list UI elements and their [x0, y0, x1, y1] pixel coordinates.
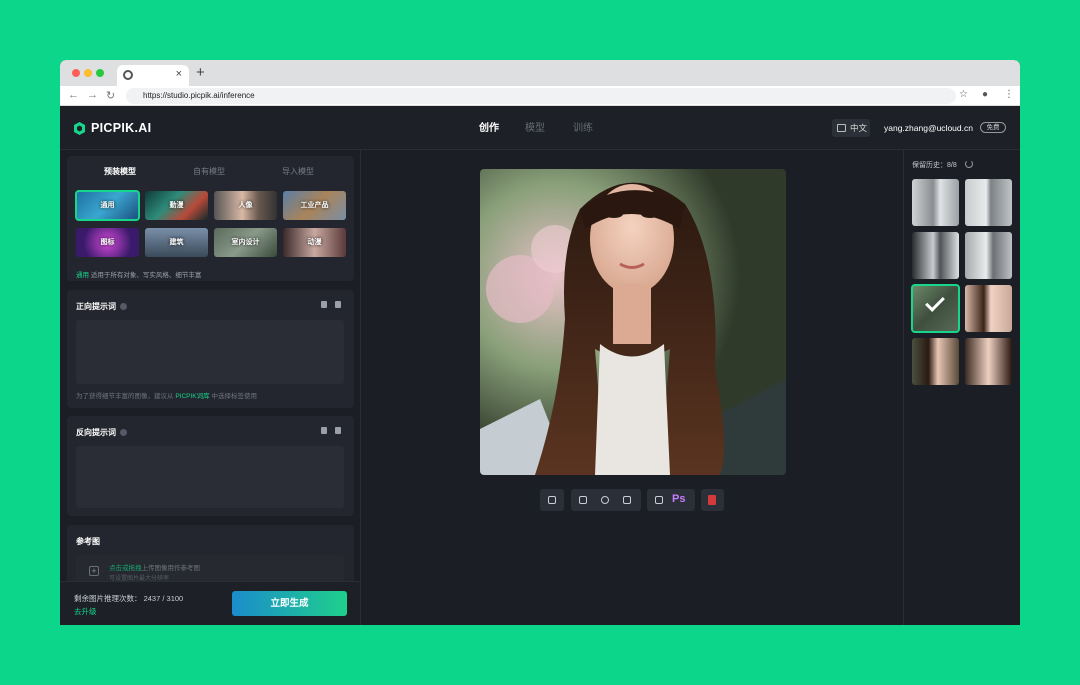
bookmark-star-icon[interactable]: ☆ — [959, 89, 968, 100]
history-count: 8/8 — [947, 162, 957, 169]
upload-link[interactable]: 点击或拖拽 — [109, 565, 142, 572]
app-header: PICPIK.AI 创作 模型 训练 中文 yang.zhang@ucloud.… — [60, 106, 1020, 150]
positive-prompt-card: 正向提示词 为了获得细节丰富的图像，建议从 PICPIK词库 中选择标签使用 — [67, 290, 354, 408]
address-bar: ← → ↻ https://studio.picpik.ai/inference… — [60, 86, 1020, 106]
picpik-lexicon-link[interactable]: PICPIK词库 — [175, 393, 209, 400]
language-label: 中文 — [850, 123, 868, 133]
model-description-name: 通用 — [76, 272, 89, 279]
reload-icon[interactable]: ↻ — [106, 89, 115, 102]
toolbar-group-3: Ps — [647, 489, 695, 511]
edit-icon[interactable] — [655, 496, 663, 504]
tab-training[interactable]: 训练 — [573, 119, 593, 134]
model-description: 通用 适用于所有对象、写实风格、细节丰富 — [76, 269, 201, 279]
plan-badge: 免费 — [980, 122, 1006, 133]
trash-icon[interactable] — [321, 301, 327, 308]
toolbar-group-1 — [540, 489, 564, 511]
toolbar-group-2 — [571, 489, 641, 511]
positive-prompt-title: 正向提示词 — [76, 301, 127, 312]
logo-text: PICPIK.AI — [91, 121, 152, 135]
negative-prompt-title: 反向提示词 — [76, 427, 127, 438]
app-root: PICPIK.AI 创作 模型 训练 中文 yang.zhang@ucloud.… — [60, 106, 1020, 625]
upgrade-link[interactable]: 去升级 — [74, 606, 97, 617]
quota-text: 剩余图片推理次数： 2437 / 3100 — [74, 594, 184, 603]
positive-prompt-input[interactable] — [76, 320, 344, 384]
delete-icon[interactable] — [708, 495, 716, 505]
check-icon — [925, 292, 945, 312]
back-icon[interactable]: ← — [68, 89, 79, 101]
tab-create[interactable]: 创作 — [479, 119, 499, 134]
crop-icon[interactable] — [623, 496, 631, 504]
model-tile-architecture[interactable]: 建筑 — [145, 228, 208, 257]
close-window-dot[interactable] — [72, 69, 80, 77]
variation-icon[interactable] — [579, 496, 587, 504]
left-panel: 预装模型 自有模型 导入模型 通用 動漫 人像 工业产品 图标 建筑 室内设计 … — [60, 150, 361, 625]
portrait-image — [480, 169, 786, 475]
canvas-area: Ps — [361, 150, 903, 625]
quota-value: 2437 / 3100 — [143, 594, 184, 603]
negative-prompt-card: 反向提示词 — [67, 416, 354, 516]
refresh-icon[interactable] — [965, 160, 973, 168]
positive-prompt-hint: 为了获得细节丰富的图像，建议从 PICPIK词库 中选择标签使用 — [76, 393, 257, 400]
copy-icon[interactable] — [335, 301, 341, 308]
url-input[interactable]: https://studio.picpik.ai/inference — [126, 88, 956, 104]
copy-icon[interactable] — [335, 427, 341, 434]
browser-menu-icon[interactable]: ⋮ — [1004, 89, 1014, 100]
history-thumb[interactable] — [965, 232, 1012, 279]
reference-title: 参考图 — [76, 537, 100, 546]
history-thumb[interactable] — [965, 179, 1012, 226]
model-tile-interior[interactable]: 室内设计 — [214, 228, 277, 257]
browser-tab[interactable]: × — [117, 65, 189, 86]
translate-icon — [837, 124, 846, 132]
photoshop-icon[interactable]: Ps — [672, 493, 685, 505]
user-email[interactable]: yang.zhang@ucloud.cn — [884, 123, 973, 133]
model-tile-portrait[interactable]: 人像 — [214, 191, 277, 220]
history-thumb[interactable] — [965, 338, 1012, 385]
forward-icon[interactable]: → — [87, 89, 98, 101]
model-tile-general[interactable]: 通用 — [75, 190, 140, 221]
maximize-window-dot[interactable] — [96, 69, 104, 77]
new-tab-button[interactable]: + — [196, 64, 205, 81]
negative-prompt-input[interactable] — [76, 446, 344, 508]
history-panel: 保留历史：8/8 — [903, 150, 1020, 625]
history-thumb[interactable] — [912, 232, 959, 279]
model-tile-anime-2[interactable]: 动漫 — [283, 228, 346, 257]
reference-upload[interactable]: + 点击或拖拽上传图像用作参考图 可设置图片最大分辨率 — [76, 555, 344, 581]
history-thumb-selected[interactable] — [911, 284, 960, 333]
logo-mark-icon — [74, 122, 85, 135]
tab-preset-models[interactable]: 预装模型 — [104, 166, 136, 177]
tab-models[interactable]: 模型 — [525, 119, 545, 134]
profile-icon[interactable]: ● — [982, 89, 988, 100]
info-icon[interactable] — [120, 429, 127, 436]
favicon-icon — [123, 70, 133, 80]
expand-icon[interactable] — [601, 496, 609, 504]
generate-button[interactable]: 立即生成 — [232, 591, 347, 616]
model-card: 预装模型 自有模型 导入模型 通用 動漫 人像 工业产品 图标 建筑 室内设计 … — [67, 156, 354, 281]
model-tile-anime[interactable]: 動漫 — [145, 191, 208, 220]
generated-image[interactable] — [480, 169, 786, 475]
tab-own-models[interactable]: 自有模型 — [193, 166, 225, 177]
language-switch[interactable]: 中文 — [832, 119, 870, 137]
trash-icon[interactable] — [321, 427, 327, 434]
tab-close-icon[interactable]: × — [176, 68, 182, 80]
browser-tabbar: × + — [60, 60, 1020, 86]
history-title: 保留历史：8/8 — [912, 162, 957, 169]
browser-window: × + ← → ↻ https://studio.picpik.ai/infer… — [60, 60, 1020, 625]
reference-card: 参考图 + 点击或拖拽上传图像用作参考图 可设置图片最大分辨率 — [67, 525, 354, 581]
history-thumb[interactable] — [912, 179, 959, 226]
upscale-icon[interactable] — [548, 496, 556, 504]
upload-icon: + — [89, 566, 99, 576]
minimize-window-dot[interactable] — [84, 69, 92, 77]
history-thumb[interactable] — [965, 285, 1012, 332]
tab-import-models[interactable]: 导入模型 — [282, 166, 314, 177]
model-tile-industrial[interactable]: 工业产品 — [283, 191, 346, 220]
history-thumb[interactable] — [912, 338, 959, 385]
toolbar-group-4 — [701, 489, 724, 511]
upload-subtext: 可设置图片最大分辨率 — [109, 576, 170, 581]
left-footer: 剩余图片推理次数： 2437 / 3100 去升级 立即生成 — [60, 581, 360, 625]
model-description-text: 适用于所有对象、写实风格、细节丰富 — [90, 272, 202, 279]
info-icon[interactable] — [120, 303, 127, 310]
model-tile-icon[interactable]: 图标 — [76, 228, 139, 257]
